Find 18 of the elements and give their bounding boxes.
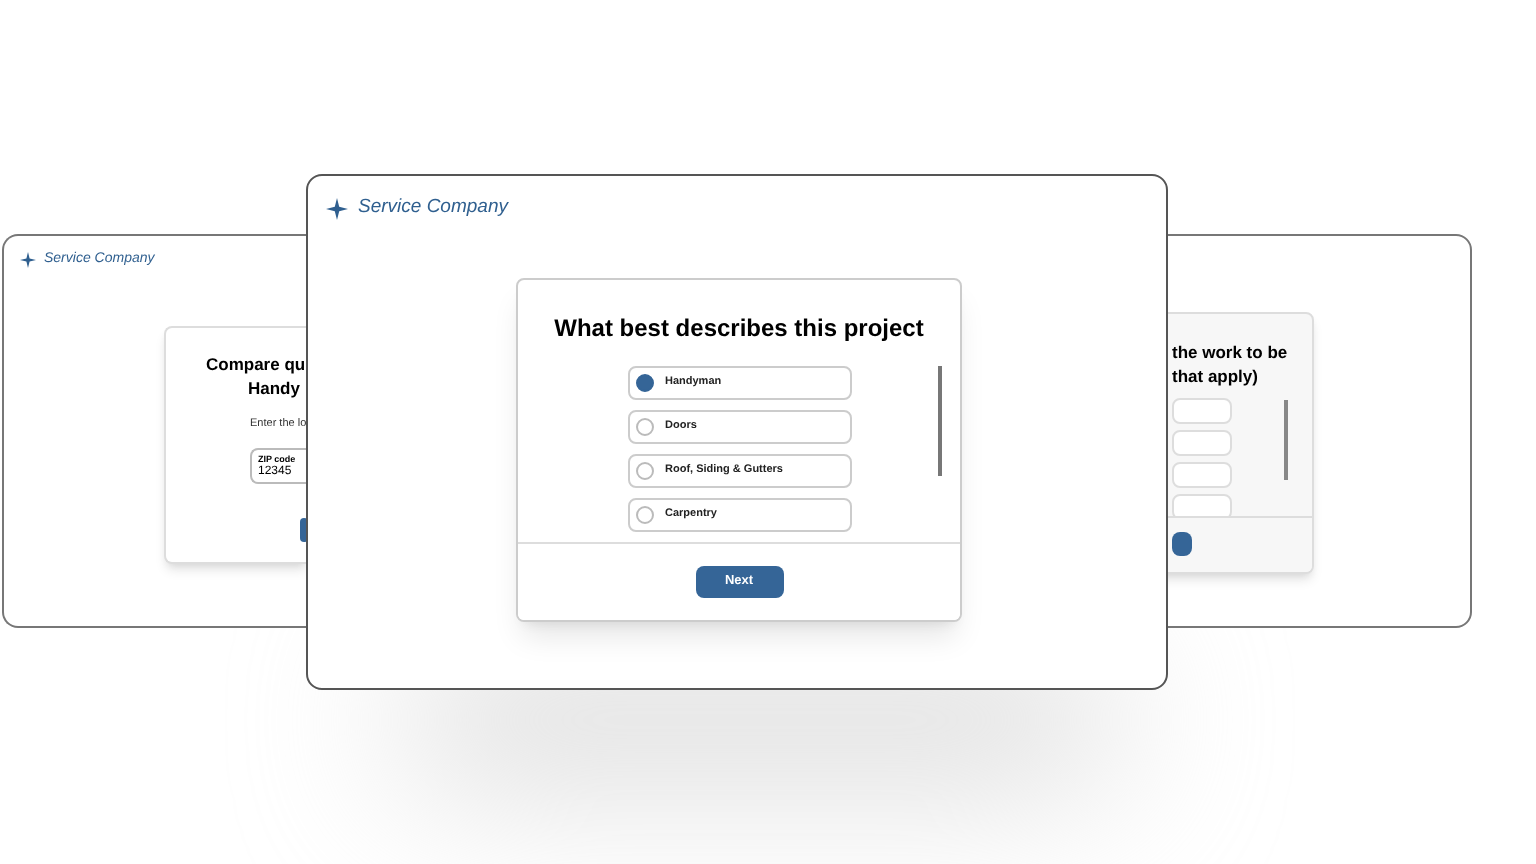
sparkle-icon — [20, 252, 36, 269]
option-row[interactable] — [1172, 430, 1232, 456]
card-title: What best describes this project — [552, 312, 926, 346]
button-edge — [1172, 532, 1192, 556]
radio-button[interactable] — [635, 462, 653, 480]
radio-button[interactable] — [635, 418, 653, 436]
sparkle-icon — [326, 197, 348, 220]
card-title: that apply) — [1172, 364, 1258, 388]
card-title: Compare qu — [206, 352, 306, 376]
option-row[interactable] — [1172, 462, 1232, 488]
card-title: Handy — [246, 376, 300, 400]
option-row[interactable] — [1172, 398, 1232, 424]
scrollbar — [938, 366, 942, 476]
brand-name: Service Company — [358, 194, 508, 222]
scrollbar — [1284, 400, 1288, 480]
card-title: the work to be — [1172, 340, 1288, 364]
radio-button[interactable] — [635, 374, 653, 392]
radio-button[interactable] — [635, 506, 653, 524]
